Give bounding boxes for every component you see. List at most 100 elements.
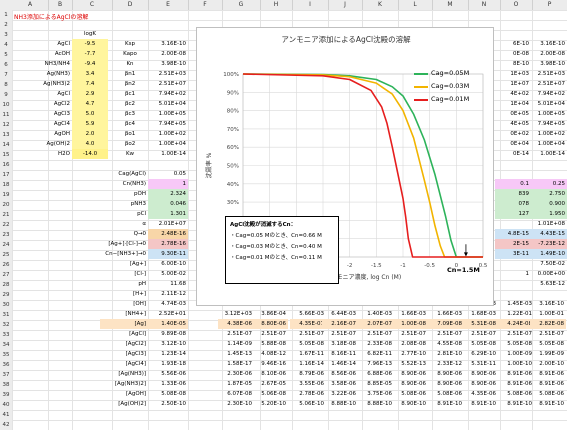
sim-value[interactable]: 3.86E-04 bbox=[252, 309, 288, 319]
row-header-15[interactable]: 15 bbox=[0, 150, 12, 160]
sim-value[interactable]: 1E+04 bbox=[495, 99, 531, 109]
sim-value[interactable]: 1.00E+04 bbox=[531, 139, 567, 149]
row-header-28[interactable]: 28 bbox=[0, 280, 12, 290]
column-header-c[interactable]: C bbox=[72, 0, 113, 10]
row-header-18[interactable]: 18 bbox=[0, 180, 12, 190]
row-header-9[interactable]: 9 bbox=[0, 90, 12, 100]
param-label[interactable]: α bbox=[100, 219, 148, 229]
row-header-41[interactable]: 41 bbox=[0, 410, 12, 420]
param-value[interactable]: 11.68 bbox=[148, 279, 188, 289]
constant-label[interactable]: AgCl4 bbox=[36, 119, 72, 129]
column-header-n[interactable]: N bbox=[468, 0, 501, 10]
species-label[interactable]: [AgOH] bbox=[100, 389, 148, 399]
sim-value[interactable]: 4.55E-08 bbox=[428, 339, 464, 349]
constant-value[interactable]: 3.16E-10 bbox=[148, 39, 188, 49]
species-label[interactable]: [Ag] bbox=[100, 319, 148, 329]
column-header-o[interactable]: O bbox=[500, 0, 533, 10]
sim-value[interactable]: 5.01E+04 bbox=[531, 99, 567, 109]
sim-value[interactable]: 7.94E+05 bbox=[531, 119, 567, 129]
constant-value[interactable]: 5.01E+04 bbox=[148, 99, 188, 109]
row-header-2[interactable]: 2 bbox=[0, 20, 12, 30]
column-header-i[interactable]: I bbox=[292, 0, 329, 10]
param-value[interactable]: 5.00E-02 bbox=[148, 269, 188, 279]
sim-value[interactable]: 8.90E-10 bbox=[392, 399, 428, 409]
sim-value[interactable]: 2.51E-07 bbox=[358, 329, 394, 339]
species-label[interactable]: [Ag(OH)2] bbox=[100, 399, 148, 409]
constant-logk[interactable]: -9.4 bbox=[72, 59, 108, 69]
sim-value[interactable]: 8.91E-06 bbox=[498, 369, 534, 379]
sim-value[interactable]: 8E-10 bbox=[495, 59, 531, 69]
sim-value[interactable]: 1.40E-03 bbox=[358, 309, 394, 319]
sim-value[interactable]: 1.58E-17 bbox=[218, 359, 254, 369]
sim-value[interactable]: 8.91E-10 bbox=[498, 399, 534, 409]
sim-value[interactable]: 1.93E-18 bbox=[148, 359, 188, 369]
sim-value[interactable]: 2.51E-07 bbox=[392, 329, 428, 339]
row-header-12[interactable]: 12 bbox=[0, 120, 12, 130]
sim-value[interactable]: 4.74E-03 bbox=[148, 299, 188, 309]
sim-value[interactable]: 5.05E-08 bbox=[530, 339, 566, 349]
param-label[interactable]: pH bbox=[100, 279, 148, 289]
param-value[interactable]: 2.78E-16 bbox=[148, 239, 188, 249]
row-header-20[interactable]: 20 bbox=[0, 200, 12, 210]
row-header-23[interactable]: 23 bbox=[0, 230, 12, 240]
constant-logk[interactable]: 5.9 bbox=[72, 119, 108, 129]
constant-label[interactable]: AgCl2 bbox=[36, 99, 72, 109]
sim-value[interactable]: 2.51E-07 bbox=[462, 329, 498, 339]
sim-value[interactable]: 2.52E+01 bbox=[148, 309, 188, 319]
constant-name[interactable]: βc2 bbox=[112, 99, 148, 109]
param-label[interactable]: pOH bbox=[100, 189, 148, 199]
species-label[interactable]: [AgCl4] bbox=[100, 359, 148, 369]
sim-value[interactable]: 2.33E-12 bbox=[428, 359, 464, 369]
sim-value[interactable]: 1.40E-05 bbox=[148, 319, 188, 329]
constant-value[interactable]: 1.00E-14 bbox=[148, 149, 188, 159]
sim-value[interactable]: 5.31E-11 bbox=[462, 359, 498, 369]
sim-value[interactable]: 1.23E-14 bbox=[148, 349, 188, 359]
constant-name[interactable]: βc4 bbox=[112, 119, 148, 129]
sim-value[interactable]: 9.46E-16 bbox=[252, 359, 288, 369]
constant-logk[interactable]: 2.0 bbox=[72, 129, 108, 139]
param-label[interactable]: [H+] bbox=[100, 289, 148, 299]
param-value[interactable]: 3E-11 bbox=[495, 249, 531, 259]
sim-value[interactable]: 5.05E-08 bbox=[498, 339, 534, 349]
constant-logk[interactable]: 7.4 bbox=[72, 79, 108, 89]
sim-value[interactable]: 6.82E-11 bbox=[358, 349, 394, 359]
sim-value[interactable]: 1.45E-13 bbox=[218, 349, 254, 359]
sim-value[interactable]: 2.81E-10 bbox=[428, 349, 464, 359]
param-value[interactable]: 1 bbox=[148, 179, 188, 189]
constant-value[interactable]: 2.00E-08 bbox=[148, 49, 188, 59]
sim-value[interactable]: 5.66E-03 bbox=[290, 309, 326, 319]
sim-value[interactable]: 0E-08 bbox=[495, 49, 531, 59]
constant-name[interactable]: βo2 bbox=[112, 139, 148, 149]
column-header-d[interactable]: D bbox=[112, 0, 149, 10]
sim-value[interactable]: 4.24E-08 bbox=[498, 319, 534, 329]
param-value[interactable]: 2.48E-16 bbox=[148, 229, 188, 239]
sim-value[interactable]: 8.91E-10 bbox=[428, 399, 464, 409]
sim-value[interactable]: 8.91E-06 bbox=[530, 379, 566, 389]
sim-value[interactable]: 6.88E-06 bbox=[358, 369, 394, 379]
sim-value[interactable]: 2.82E-08 bbox=[530, 319, 566, 329]
sim-value[interactable]: 5.08E-08 bbox=[148, 389, 188, 399]
sim-value[interactable]: 1.00E-14 bbox=[531, 149, 567, 159]
constant-name[interactable]: Kw bbox=[112, 149, 148, 159]
sim-value[interactable]: 5.05E-08 bbox=[290, 339, 326, 349]
param-value[interactable]: 6.00E-10 bbox=[148, 259, 188, 269]
sim-value[interactable]: 8.91E-10 bbox=[530, 399, 566, 409]
param-value[interactable] bbox=[495, 279, 531, 289]
sim-value[interactable]: 1.66E-03 bbox=[428, 309, 464, 319]
param-value[interactable] bbox=[495, 219, 531, 229]
sim-value[interactable]: 3.12E-10 bbox=[148, 339, 188, 349]
sim-value[interactable]: 1.46E-14 bbox=[322, 359, 358, 369]
species-label[interactable]: [Ag(NH3)2] bbox=[100, 379, 148, 389]
constant-label[interactable]: AcOH bbox=[36, 49, 72, 59]
sim-value[interactable]: 2.78E-06 bbox=[290, 389, 326, 399]
sim-value[interactable]: 0E+02 bbox=[495, 129, 531, 139]
column-header-a[interactable]: A bbox=[12, 0, 49, 10]
constant-logk[interactable]: -14.0 bbox=[72, 149, 108, 159]
sim-value[interactable]: 3.55E-06 bbox=[290, 379, 326, 389]
sim-value[interactable]: 1.68E-03 bbox=[462, 309, 498, 319]
sim-value[interactable]: 5.08E-06 bbox=[428, 389, 464, 399]
constant-logk[interactable]: 3.4 bbox=[72, 69, 108, 79]
row-header-17[interactable]: 17 bbox=[0, 170, 12, 180]
sim-value[interactable]: 2.51E-07 bbox=[252, 329, 288, 339]
param-value[interactable]: 1.950 bbox=[531, 209, 567, 219]
